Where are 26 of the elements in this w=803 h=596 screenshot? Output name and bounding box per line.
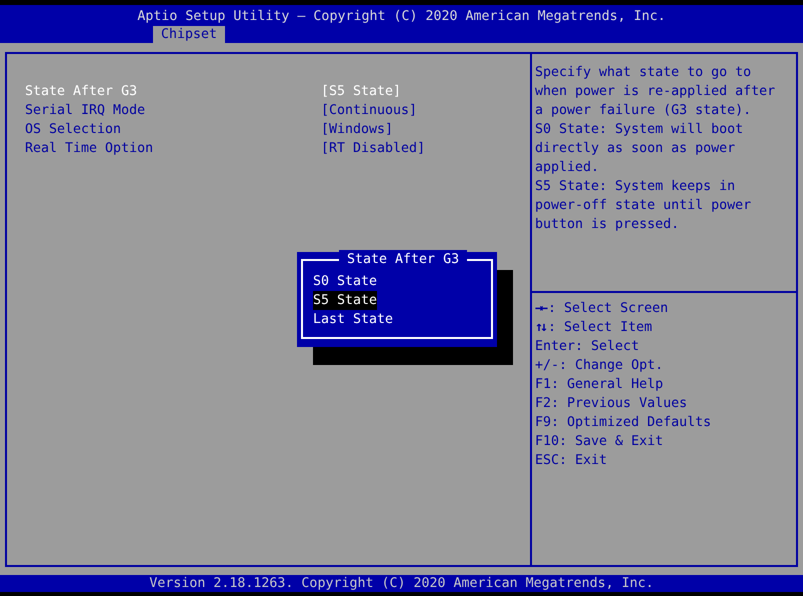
popup-option[interactable]: Last State bbox=[313, 310, 394, 329]
tab[interactable]: Chipset bbox=[153, 26, 226, 43]
help-text: S0 State: System will boot directly as soon as power applied. bbox=[535, 121, 744, 177]
key-hint: +/-: Change Opt. bbox=[535, 357, 664, 375]
footer-text: Version 2.18.1263. Copyright (C) 2020 American Megatrends, Inc. bbox=[149, 575, 654, 592]
key-hint: F1: General Help bbox=[535, 376, 664, 394]
popup-option[interactable]: S5 State bbox=[313, 291, 378, 310]
key-hint: F2: Previous Values bbox=[535, 395, 688, 413]
popup-option[interactable]: S0 State bbox=[313, 272, 378, 291]
help-text: S5 State: System keeps in power-off state until power button is pressed. bbox=[535, 178, 752, 234]
key-hint: F9: Optimized Defaults bbox=[535, 414, 712, 432]
setting-value[interactable]: [S5 State] bbox=[321, 82, 402, 101]
setting-label[interactable]: OS Selection bbox=[25, 120, 321, 139]
key-hint: ESC: Exit bbox=[535, 452, 608, 470]
setting-value[interactable]: [RT Disabled] bbox=[321, 139, 426, 158]
setting-label[interactable]: State After G3 bbox=[25, 82, 321, 101]
key-hint: ↑↓ : Select Item bbox=[535, 319, 654, 337]
key-hint: →← : Select Screen bbox=[535, 300, 670, 318]
key-hint: F10: Save & Exit bbox=[535, 433, 664, 451]
key-hint: Enter: Select bbox=[535, 338, 640, 356]
setting-value[interactable]: [Windows] bbox=[321, 120, 394, 139]
setting-label[interactable]: Serial IRQ Mode bbox=[25, 101, 321, 120]
help-text: Specify what state to go to when power is re-applied after a power failure (G3 state). bbox=[535, 64, 776, 120]
setting-value[interactable]: [Continuous] bbox=[321, 101, 418, 120]
window-title: Aptio Setup Utility – Copyright (C) 2020 American Megatrends, Inc. bbox=[136, 8, 667, 26]
setting-label[interactable]: Real Time Option bbox=[25, 139, 321, 158]
